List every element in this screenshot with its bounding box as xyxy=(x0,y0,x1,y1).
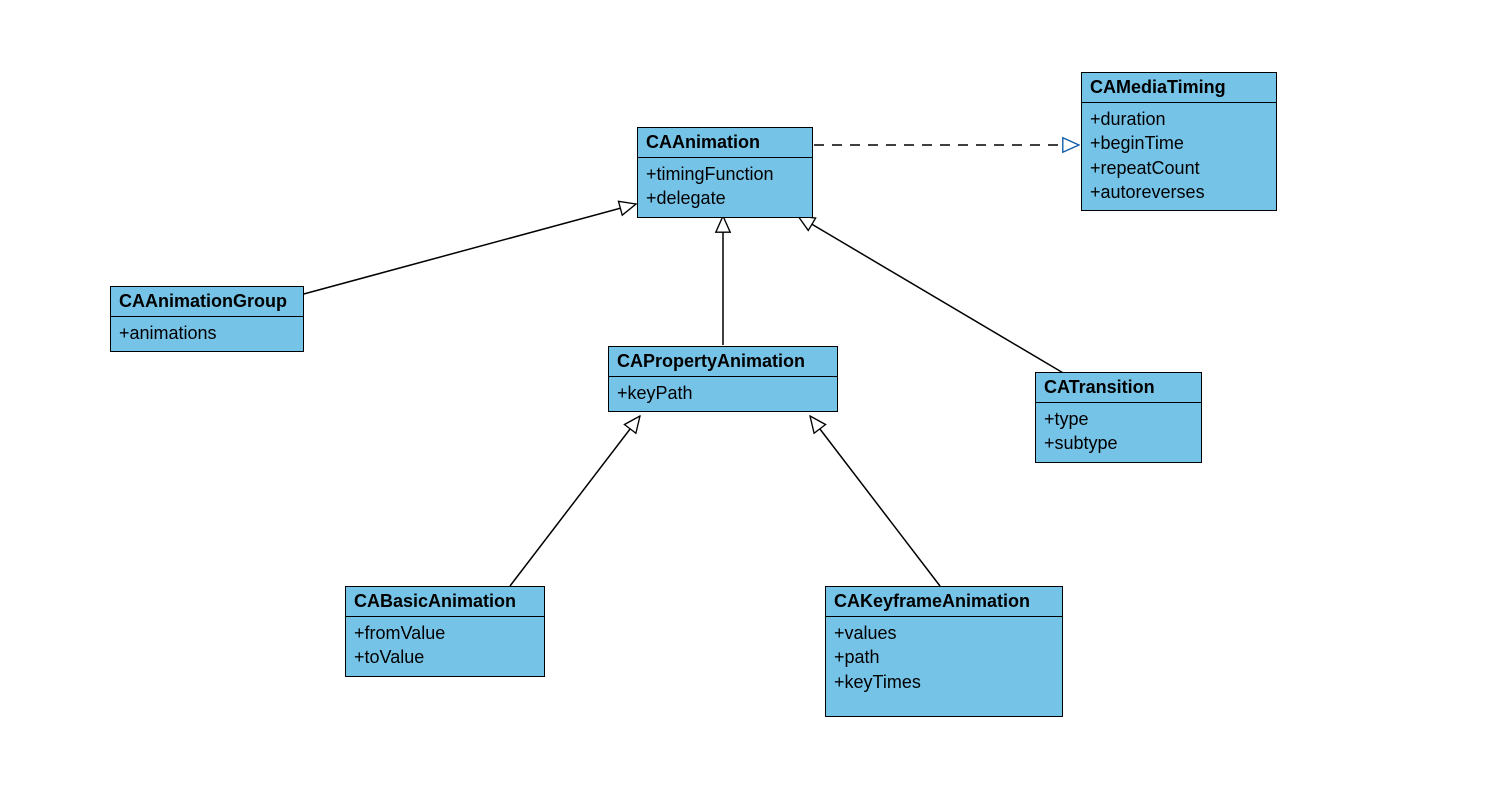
class-body: +keyPath xyxy=(609,377,837,411)
class-title: CABasicAnimation xyxy=(346,587,544,617)
class-attr: +beginTime xyxy=(1090,131,1268,155)
class-attr: +delegate xyxy=(646,186,804,210)
class-title: CAMediaTiming xyxy=(1082,73,1276,103)
class-title: CAPropertyAnimation xyxy=(609,347,837,377)
class-body: +timingFunction +delegate xyxy=(638,158,812,217)
class-attr: +duration xyxy=(1090,107,1268,131)
uml-canvas: CAMediaTiming +duration +beginTime +repe… xyxy=(0,0,1486,790)
edge-cakeyframe-capropertyanimation xyxy=(810,416,940,586)
class-caanimationgroup: CAAnimationGroup +animations xyxy=(110,286,304,352)
class-body: +animations xyxy=(111,317,303,351)
edge-caanimationgroup-caanimation xyxy=(300,204,636,295)
class-title: CATransition xyxy=(1036,373,1201,403)
edge-cabasic-capropertyanimation xyxy=(510,416,640,586)
class-attr: +subtype xyxy=(1044,431,1193,455)
class-attr: +repeatCount xyxy=(1090,156,1268,180)
edge-catransition-caanimation xyxy=(798,216,1070,377)
class-camediatiming: CAMediaTiming +duration +beginTime +repe… xyxy=(1081,72,1277,211)
class-cakeyframeanimation: CAKeyframeAnimation +values +path +keyTi… xyxy=(825,586,1063,717)
class-attr: +keyTimes xyxy=(834,670,1054,694)
class-attr: +type xyxy=(1044,407,1193,431)
class-body: +duration +beginTime +repeatCount +autor… xyxy=(1082,103,1276,210)
class-attr: +timingFunction xyxy=(646,162,804,186)
class-attr: +autoreverses xyxy=(1090,180,1268,204)
class-body: +values +path +keyTimes xyxy=(826,617,1062,716)
class-attr: +animations xyxy=(119,321,295,345)
class-attr: +fromValue xyxy=(354,621,536,645)
class-title: CAAnimation xyxy=(638,128,812,158)
class-body: +type +subtype xyxy=(1036,403,1201,462)
class-attr: +keyPath xyxy=(617,381,829,405)
class-caanimation: CAAnimation +timingFunction +delegate xyxy=(637,127,813,218)
class-catransition: CATransition +type +subtype xyxy=(1035,372,1202,463)
class-attr: +path xyxy=(834,645,1054,669)
class-title: CAKeyframeAnimation xyxy=(826,587,1062,617)
class-attr: +toValue xyxy=(354,645,536,669)
class-cabasicanimation: CABasicAnimation +fromValue +toValue xyxy=(345,586,545,677)
class-title: CAAnimationGroup xyxy=(111,287,303,317)
class-capropertyanimation: CAPropertyAnimation +keyPath xyxy=(608,346,838,412)
class-body: +fromValue +toValue xyxy=(346,617,544,676)
class-attr: +values xyxy=(834,621,1054,645)
